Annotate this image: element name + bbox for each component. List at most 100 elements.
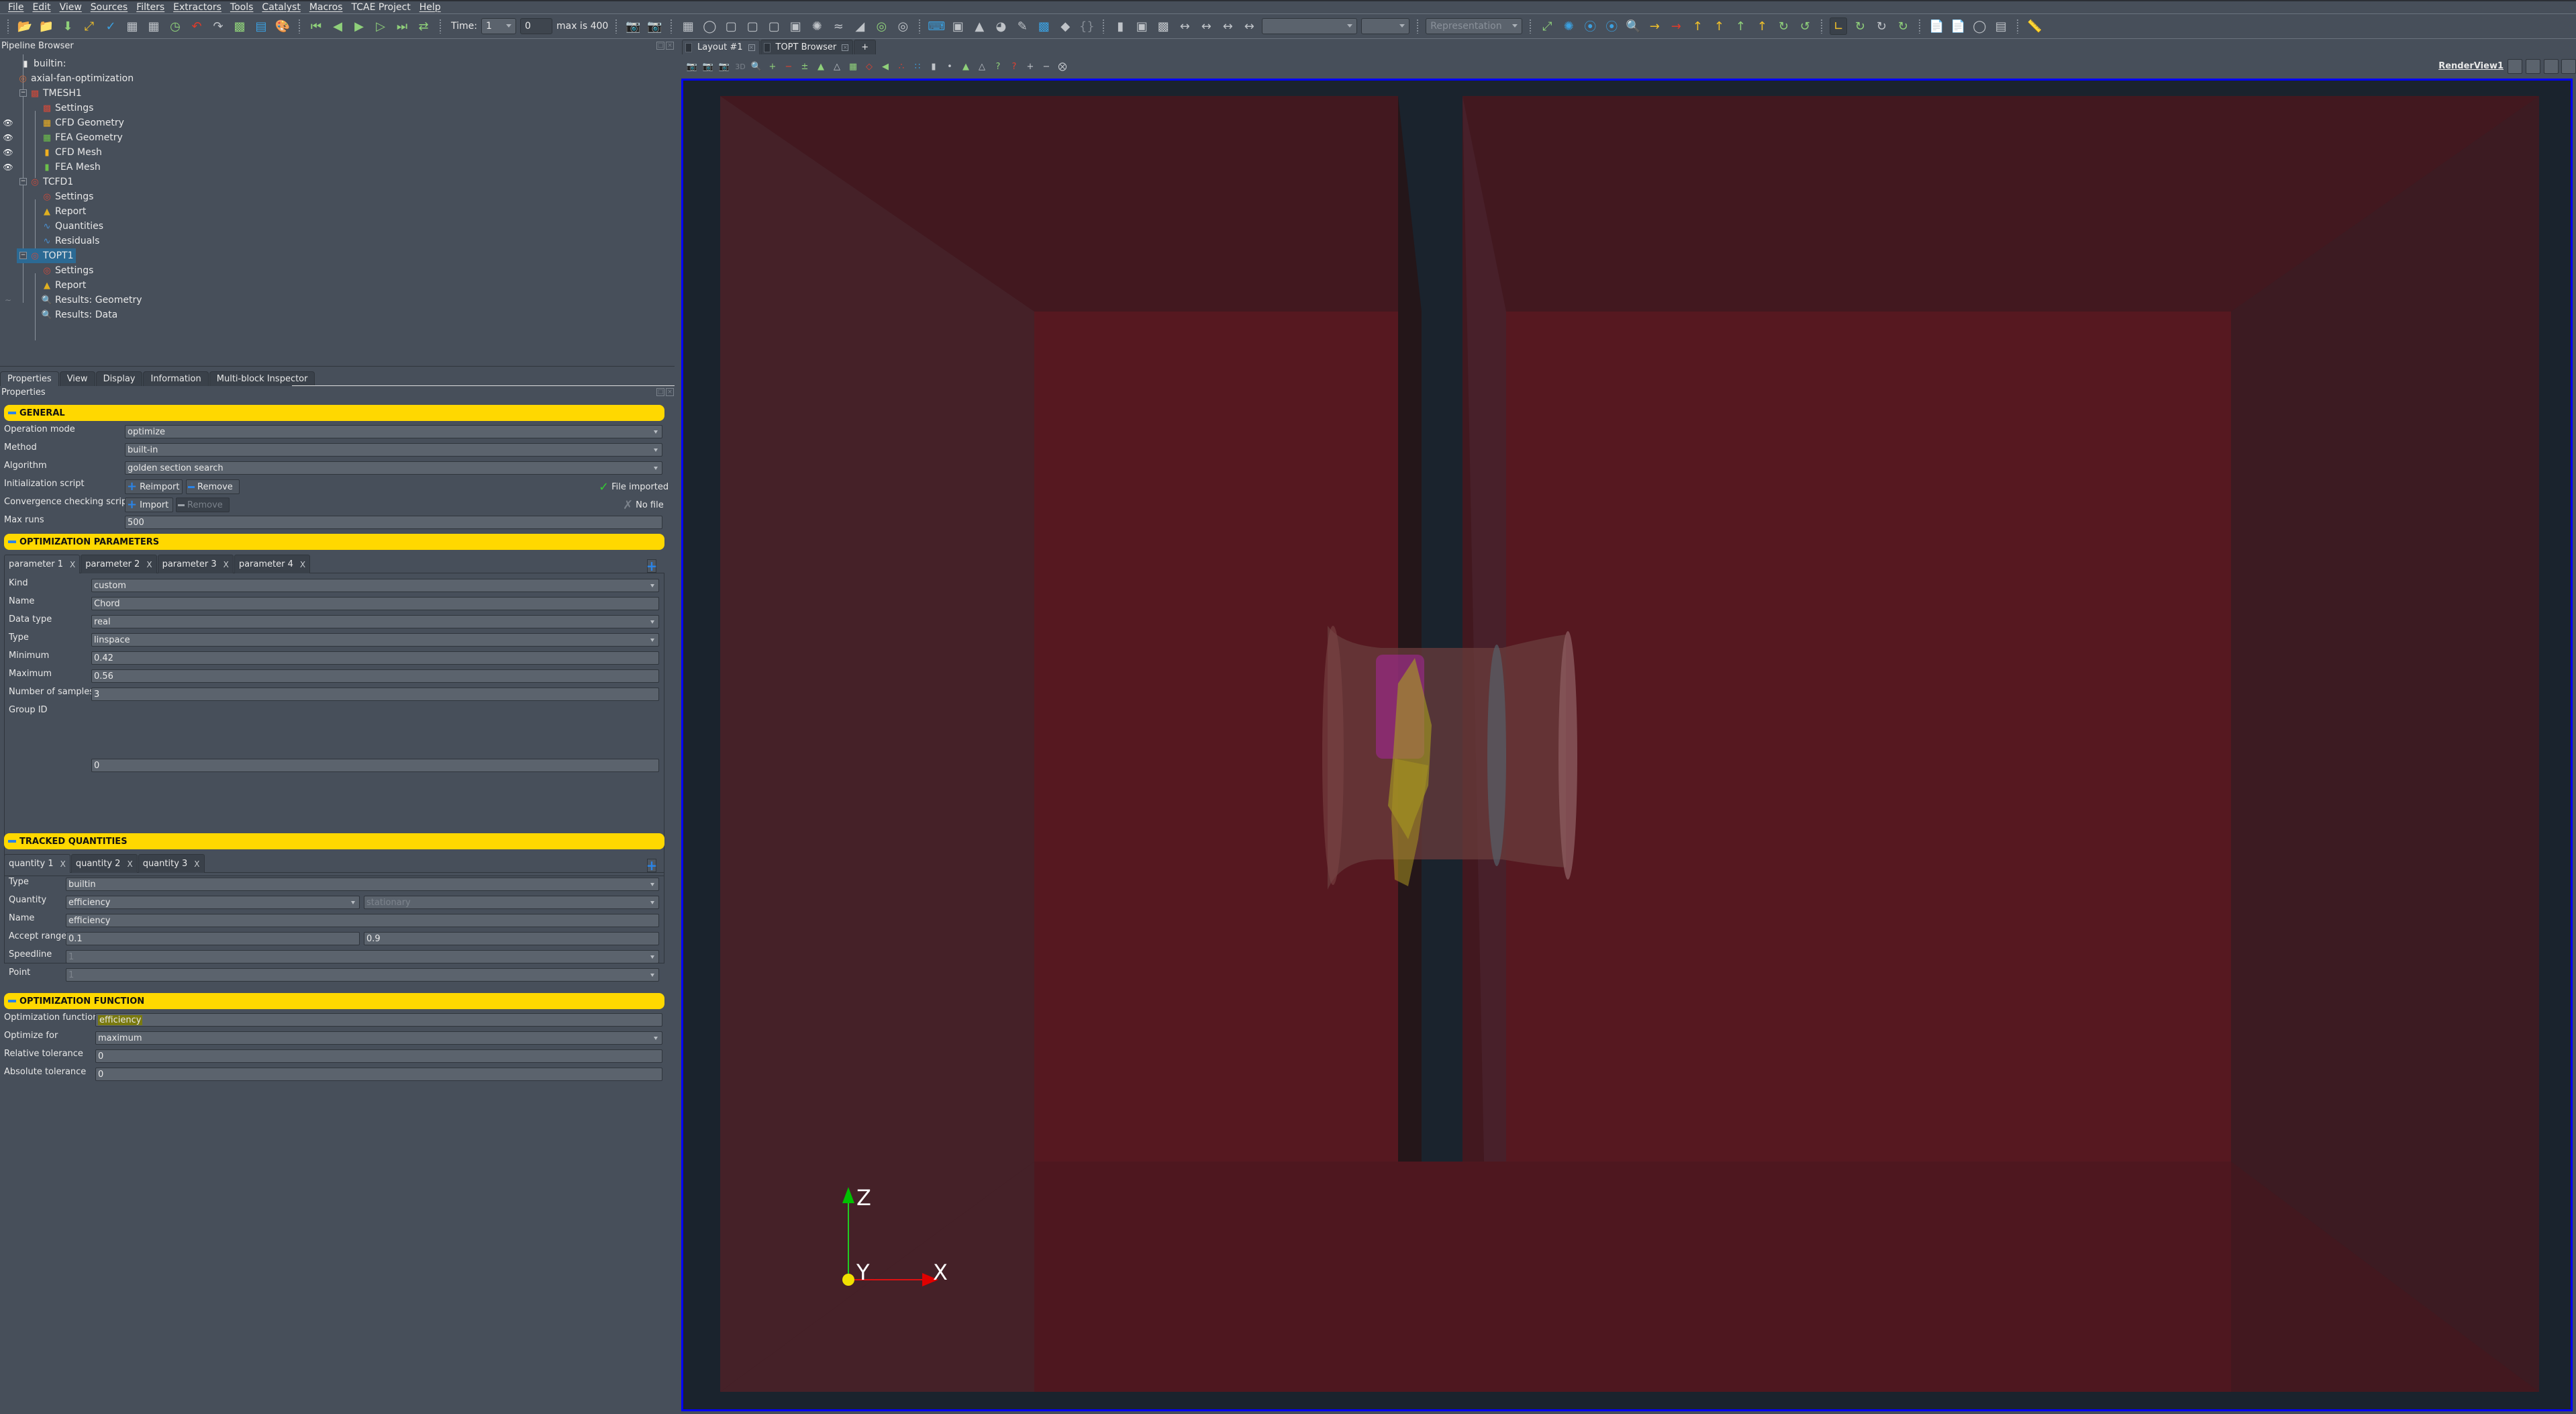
optimize-for-select[interactable]: maximum [95, 1031, 662, 1045]
close-tab-icon[interactable]: X [224, 560, 229, 569]
camera-add-icon[interactable]: 📷 [646, 17, 663, 35]
toolbar-grip[interactable] [298, 19, 301, 34]
eye-icon[interactable]: 👁 [2, 133, 14, 142]
zoom-to-data-icon[interactable]: ✺ [1560, 17, 1577, 35]
tree-item-topt-settings[interactable]: ◎ Settings [42, 263, 93, 278]
scatter-icon[interactable]: ▣ [949, 17, 967, 35]
histogram-icon[interactable]: ▲ [971, 17, 988, 35]
tab-quantity-2[interactable]: quantity 2 X [70, 854, 138, 873]
menu-file[interactable]: File [5, 2, 30, 13]
float-icon[interactable]: □ [656, 388, 664, 396]
tab-parameter-2[interactable]: parameter 2 X [81, 555, 157, 573]
shield-icon[interactable]: ◆ [1056, 17, 1074, 35]
tree-item-project[interactable]: ◎ axial-fan-optimization [17, 71, 134, 86]
maximum-input[interactable]: 0.56 [91, 669, 659, 683]
tree-item-results-data[interactable]: 🔍 Results: Data [42, 308, 117, 322]
slice-icon[interactable]: ▢ [744, 17, 761, 35]
open-folder-icon[interactable]: 📂 [16, 17, 34, 35]
braces-icon[interactable]: {} [1078, 17, 1095, 35]
tab-information[interactable]: Information [143, 371, 209, 386]
quantity-name-input[interactable]: efficiency [66, 914, 659, 927]
opt-function-section-header[interactable]: OPTIMIZATION FUNCTION [4, 993, 664, 1009]
max-runs-input[interactable]: 500 [125, 516, 662, 529]
tab-quantity-3[interactable]: quantity 3 X [138, 854, 205, 873]
tree-item-residuals[interactable]: ∿ Residuals [42, 234, 100, 248]
point-select[interactable]: 1 [66, 968, 659, 982]
tree-item-fea-mesh[interactable]: ▮ FEA Mesh [42, 160, 100, 175]
representation-select[interactable]: Representation [1426, 18, 1523, 34]
tree-item-tcfd-report[interactable]: ▲ Report [42, 204, 86, 219]
first-frame-icon[interactable]: ⏮ [307, 17, 325, 35]
conv-remove-button[interactable]: Remove [176, 498, 230, 512]
tree-item-quantities[interactable]: ∿ Quantities [42, 219, 103, 234]
play-icon[interactable]: ▶ [350, 17, 368, 35]
menu-macros[interactable]: Macros [307, 2, 349, 13]
zoom-box-icon[interactable]: ⦿ [1603, 17, 1620, 35]
server-disconnect-icon[interactable]: ▦ [145, 17, 162, 35]
close-icon[interactable]: × [666, 42, 674, 50]
rescale-custom-icon[interactable]: ↔ [1197, 17, 1215, 35]
edit-icon[interactable]: ✎ [1013, 17, 1031, 35]
toolbar-grip[interactable] [918, 19, 922, 34]
cylinder-icon[interactable]: ◯ [1971, 17, 1988, 35]
tree-item-tmesh-settings[interactable]: ▩ Settings [42, 101, 94, 115]
toolbar-grip[interactable] [1102, 19, 1105, 34]
eye-icon[interactable]: 👁 [2, 162, 14, 172]
tree-item-tcfd1[interactable]: ◎ TCFD1 [30, 175, 73, 189]
contour-icon[interactable]: ◯ [701, 17, 718, 35]
capture-icon[interactable]: 📷 [702, 60, 714, 73]
connect-icon[interactable]: ⤢ [81, 17, 98, 35]
render-view-label[interactable]: RenderView1 [2438, 61, 2504, 71]
select-blocks-icon[interactable]: ∷ [911, 60, 924, 73]
warp-icon[interactable]: ◢ [851, 17, 869, 35]
rotate-minus-90-icon[interactable]: ↺ [1796, 17, 1814, 35]
abs-tol-input[interactable]: 0 [95, 1068, 662, 1081]
toolbar-grip[interactable] [1820, 19, 1824, 34]
clear-selection-icon[interactable]: ⨂ [1056, 60, 1069, 73]
close-view-button[interactable] [2561, 59, 2576, 74]
conv-import-button[interactable]: + Import [125, 498, 173, 512]
add-layout-tab[interactable]: + [854, 40, 877, 54]
eye-icon[interactable]: 👁 [2, 148, 14, 157]
param-name-input[interactable]: Chord [91, 597, 659, 610]
rotate-plus-90-icon[interactable]: ↻ [1775, 17, 1792, 35]
glyph-icon[interactable]: ✺ [808, 17, 826, 35]
tab-parameter-4[interactable]: parameter 4 X [234, 555, 311, 573]
last-frame-icon[interactable]: ⏭ [393, 17, 411, 35]
tracked-section-header[interactable]: TRACKED QUANTITIES [4, 833, 664, 849]
find-data-icon[interactable]: 🔍 [750, 60, 762, 73]
menu-sources[interactable]: Sources [88, 2, 134, 13]
select-points-on-icon[interactable]: △ [831, 60, 843, 73]
close-tab-icon[interactable]: X [127, 859, 132, 869]
maximize-button[interactable] [2544, 59, 2559, 74]
select-subtract-icon[interactable]: − [783, 60, 795, 73]
tree-item-tmesh1[interactable]: ▩ TMESH1 [30, 86, 82, 101]
reset-session-icon[interactable]: ◷ [166, 17, 184, 35]
minimum-input[interactable]: 0.42 [91, 651, 659, 665]
zoom-selection-icon[interactable]: 🔍 [1624, 17, 1642, 35]
tab-multiblock-inspector[interactable]: Multi-block Inspector [209, 371, 315, 386]
render-view-1[interactable]: Z Y X [681, 79, 2573, 1411]
shrink-selection-icon[interactable]: − [1040, 60, 1052, 73]
toolbar-grip[interactable] [439, 19, 442, 34]
hover-point-query-icon[interactable]: ? [1008, 60, 1020, 73]
reset-camera-icon[interactable]: ⤢ [1538, 17, 1556, 35]
tab-properties[interactable]: Properties [0, 371, 59, 386]
menu-edit[interactable]: Edit [30, 2, 56, 13]
collapse-tmesh1[interactable]: − [19, 89, 27, 97]
float-icon[interactable]: □ [656, 42, 664, 50]
hover-cells-icon[interactable]: ▲ [960, 60, 972, 73]
rescale-time-icon[interactable]: ↔ [1240, 17, 1258, 35]
3d-scene[interactable]: Z Y X [683, 81, 2571, 1409]
close-tab-icon[interactable]: X [194, 859, 199, 869]
tree-item-cfd-geometry[interactable]: ▦ CFD Geometry [42, 115, 124, 130]
init-reimport-button[interactable]: + Reimport [125, 479, 183, 494]
close-tab-icon[interactable]: X [60, 859, 66, 869]
opt-function-input[interactable]: efficiency [95, 1013, 662, 1027]
init-remove-button[interactable]: Remove [186, 479, 240, 494]
calculator-icon[interactable]: ▦ [679, 17, 697, 35]
select-polygon-points-icon[interactable]: ∴ [895, 60, 907, 73]
tree-item-results-geometry[interactable]: 🔍 Results: Geometry [42, 293, 142, 308]
hover-cells-outline-icon[interactable]: △ [976, 60, 988, 73]
param-type-select[interactable]: linspace [91, 633, 659, 647]
